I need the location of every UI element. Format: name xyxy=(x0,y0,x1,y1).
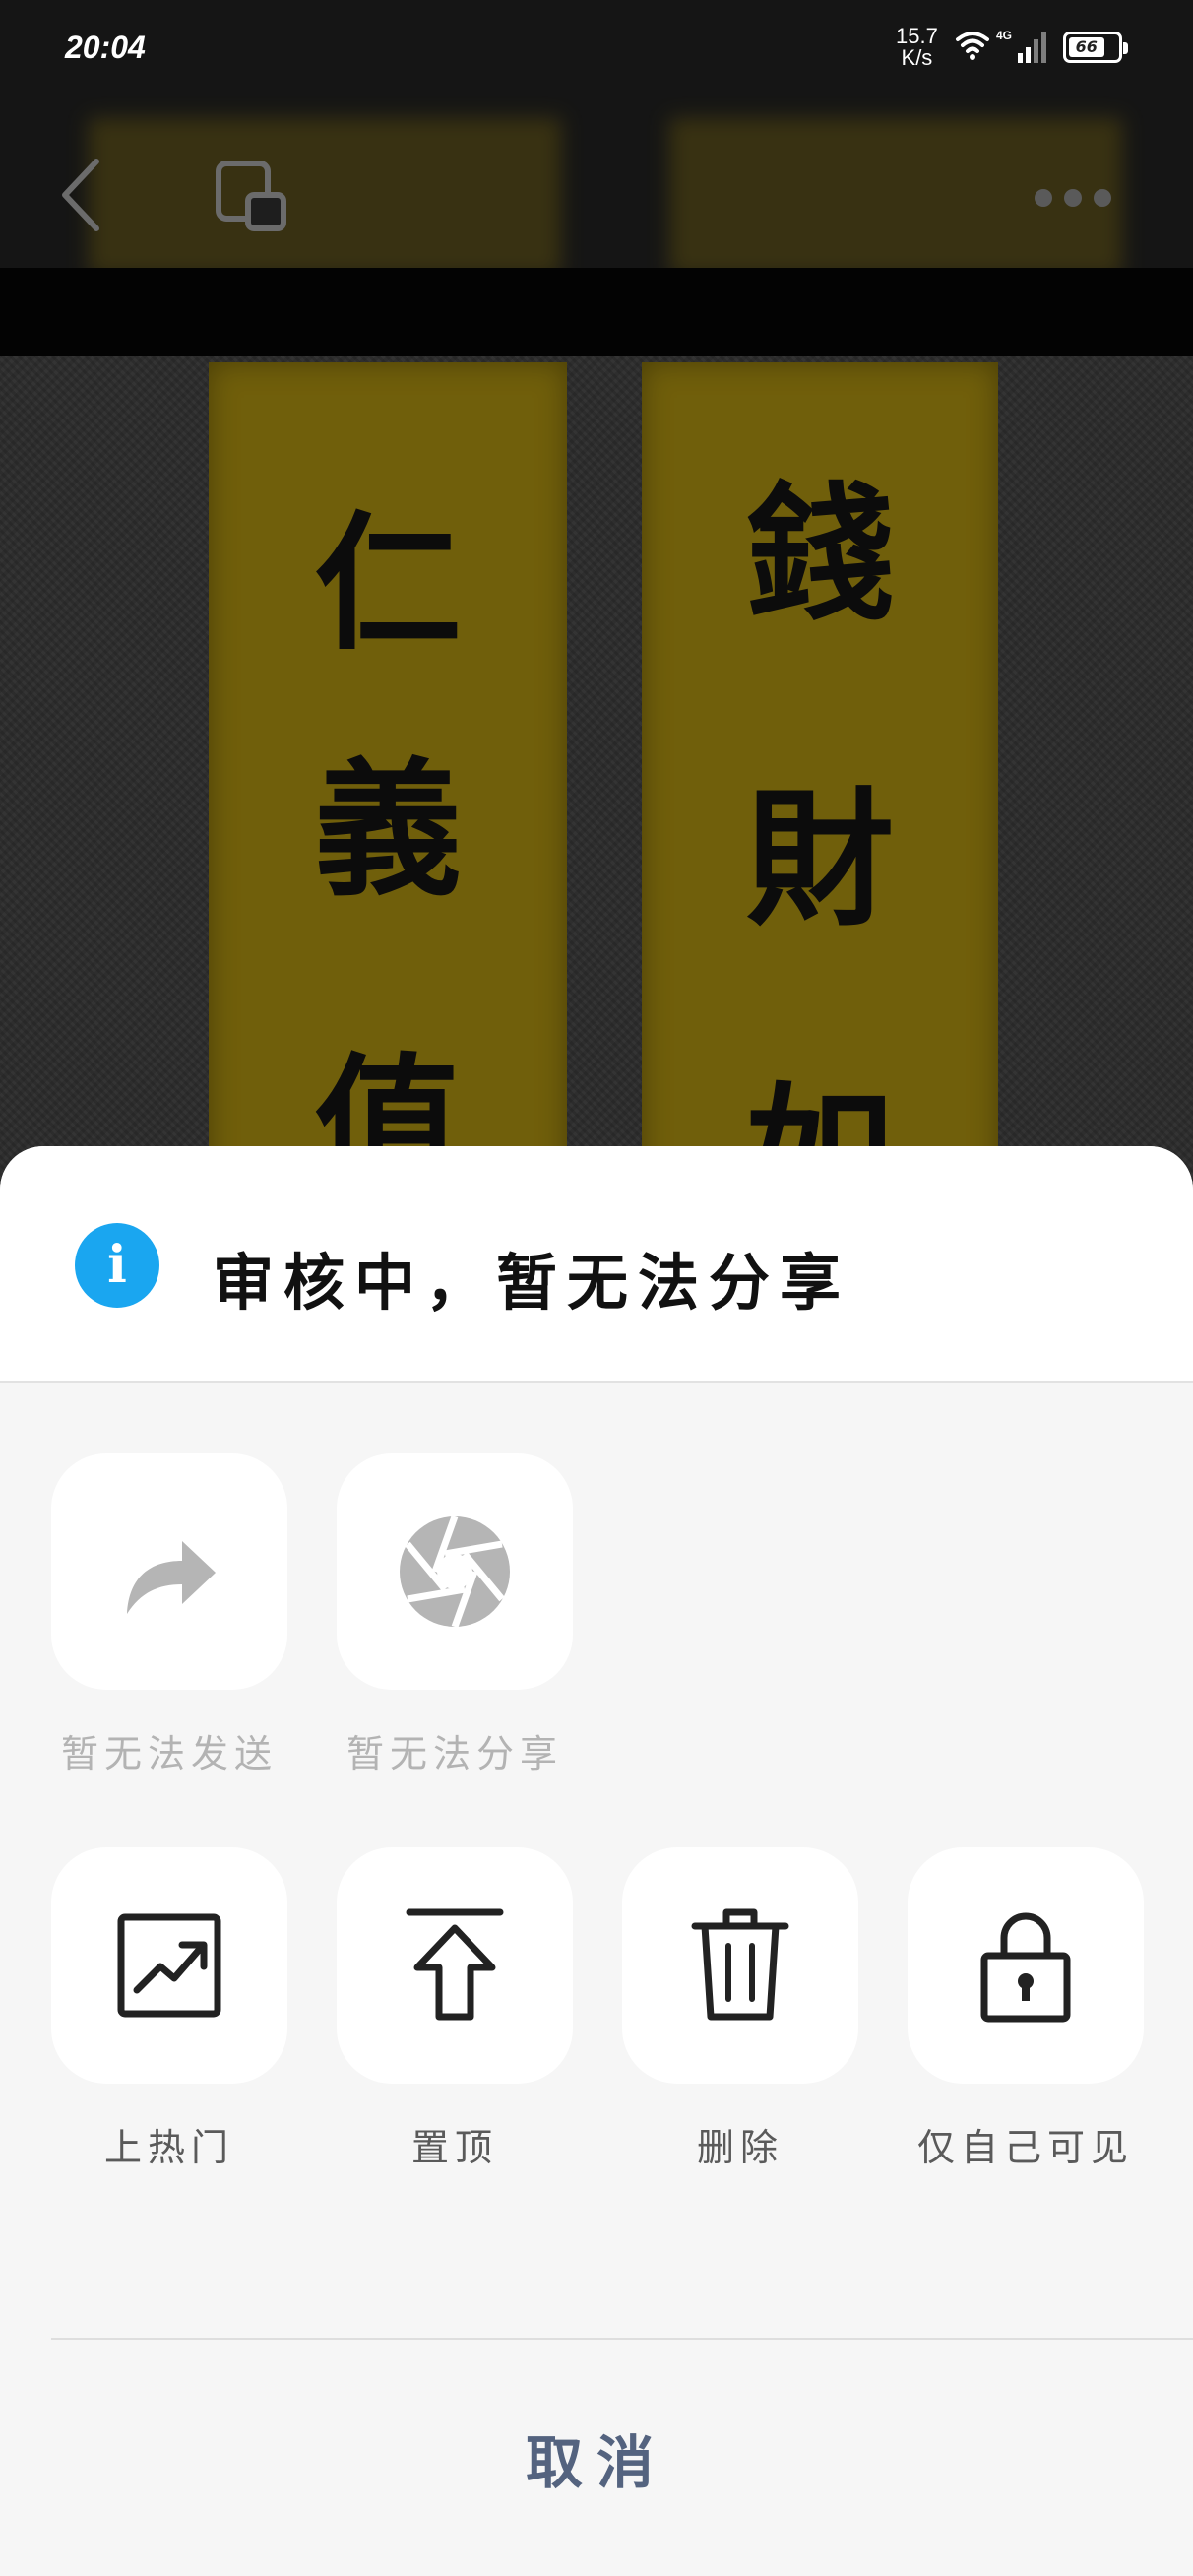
pin-top-icon xyxy=(406,1908,504,2021)
share-button[interactable] xyxy=(337,1453,573,1690)
status-time: 20:04 xyxy=(65,30,146,65)
pin-top-button[interactable] xyxy=(337,1847,573,2084)
battery-level: 66 xyxy=(1069,37,1104,57)
cellular-signal-icon: 4G xyxy=(996,29,1046,63)
forward-arrow-icon xyxy=(127,1541,216,1614)
more-icon[interactable] xyxy=(1034,187,1112,209)
trash-icon xyxy=(691,1908,789,2021)
pin-top-label: 置顶 xyxy=(410,2126,498,2169)
notice-text: 审核中，暂无法分享 xyxy=(213,1247,851,1319)
action-sheet: i 审核中，暂无法分享 暂无法发送 暂无法分享 上热门 置顶 删除 仅自己可见 … xyxy=(0,1146,1193,2576)
promote-button[interactable] xyxy=(51,1847,287,2084)
trending-up-icon xyxy=(117,1913,221,2018)
send-label: 暂无法发送 xyxy=(60,1732,278,1775)
cancel-button[interactable]: 取消 xyxy=(0,2416,1193,2499)
delete-label: 删除 xyxy=(696,2126,784,2169)
private-label: 仅自己可见 xyxy=(916,2126,1134,2169)
dim-overlay[interactable] xyxy=(0,0,1193,1221)
promote-label: 上热门 xyxy=(103,2126,234,2169)
background-photo: 仁 義 值 錢 財 如 xyxy=(0,0,1193,1229)
network-speed-unit: K/s xyxy=(901,45,933,70)
share-label: 暂无法分享 xyxy=(345,1732,563,1775)
aperture-icon xyxy=(400,1514,510,1629)
wifi-icon xyxy=(956,32,989,60)
send-button[interactable] xyxy=(51,1453,287,1690)
network-speed-value: 15.7 xyxy=(896,24,938,48)
lock-icon xyxy=(980,1912,1071,2023)
status-bar: 20:04 15.7 K/s 4G 66 xyxy=(0,0,1193,98)
battery-icon: 66 xyxy=(1063,32,1128,63)
divider xyxy=(51,2338,1193,2340)
back-icon[interactable] xyxy=(59,158,102,232)
info-icon: i xyxy=(75,1223,159,1308)
delete-button[interactable] xyxy=(622,1847,858,2084)
review-notice: i 审核中，暂无法分享 xyxy=(0,1146,1193,1383)
copy-icon[interactable] xyxy=(215,160,289,234)
network-type: 4G xyxy=(996,29,1012,42)
private-button[interactable] xyxy=(908,1847,1144,2084)
network-speed: 15.7 K/s xyxy=(896,26,938,69)
